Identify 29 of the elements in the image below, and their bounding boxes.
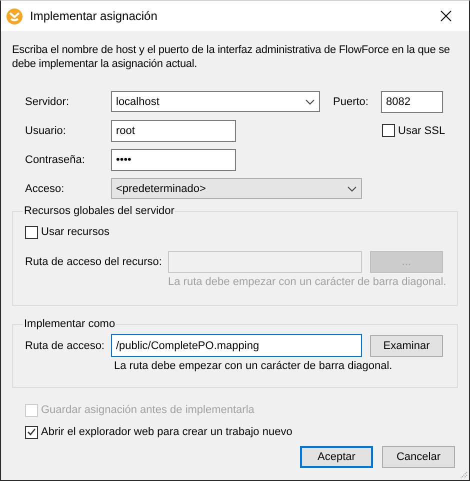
checkmark-icon bbox=[27, 428, 36, 436]
field-label: Puerto: bbox=[333, 96, 370, 108]
group-title: Recursos globales del servidor bbox=[23, 205, 176, 217]
server-combo[interactable]: localhost bbox=[111, 91, 320, 112]
field-label: Ruta de acceso: bbox=[25, 340, 106, 352]
accept-button[interactable]: Aceptar bbox=[300, 446, 373, 468]
user-field[interactable]: root bbox=[111, 120, 236, 142]
hint-text: La ruta debe empezar con un carácter de barra diagonal. bbox=[114, 360, 392, 372]
chevron-down-icon bbox=[347, 186, 357, 192]
port-field[interactable]: 8082 bbox=[381, 90, 443, 112]
window-title: Implementar asignación bbox=[30, 9, 158, 23]
password-field[interactable]: •••• bbox=[111, 148, 236, 170]
logo-icon bbox=[6, 8, 23, 24]
checkbox[interactable]: Usar SSL bbox=[382, 122, 446, 138]
cancel-button[interactable]: Cancelar bbox=[382, 446, 455, 468]
field-label: Contraseña: bbox=[25, 154, 86, 166]
group-title: Implementar como bbox=[23, 318, 116, 330]
resize-grip-icon bbox=[458, 469, 468, 479]
field-label: Usuario: bbox=[25, 124, 67, 136]
path-field[interactable]: /public/CompletePO.mapping bbox=[111, 334, 362, 357]
field-label: Acceso: bbox=[25, 182, 66, 194]
field-label: Ruta de acceso del recurso: bbox=[25, 256, 163, 268]
checkbox[interactable]: Abrir el explorador web para crear un trabajo nuevo bbox=[25, 424, 458, 440]
description-text: Escriba el nombre de host y el puerto de la interfaz administrativa de FlowForce en la que se debe implementar la asignación actual. bbox=[12, 43, 451, 71]
close-icon bbox=[440, 10, 452, 22]
browse-button[interactable]: Examinar bbox=[370, 334, 443, 356]
hint-text: La ruta debe empezar con un carácter de barra diagonal. bbox=[168, 276, 446, 288]
field-label: Servidor: bbox=[25, 96, 70, 108]
chevron-down-icon bbox=[305, 98, 315, 104]
